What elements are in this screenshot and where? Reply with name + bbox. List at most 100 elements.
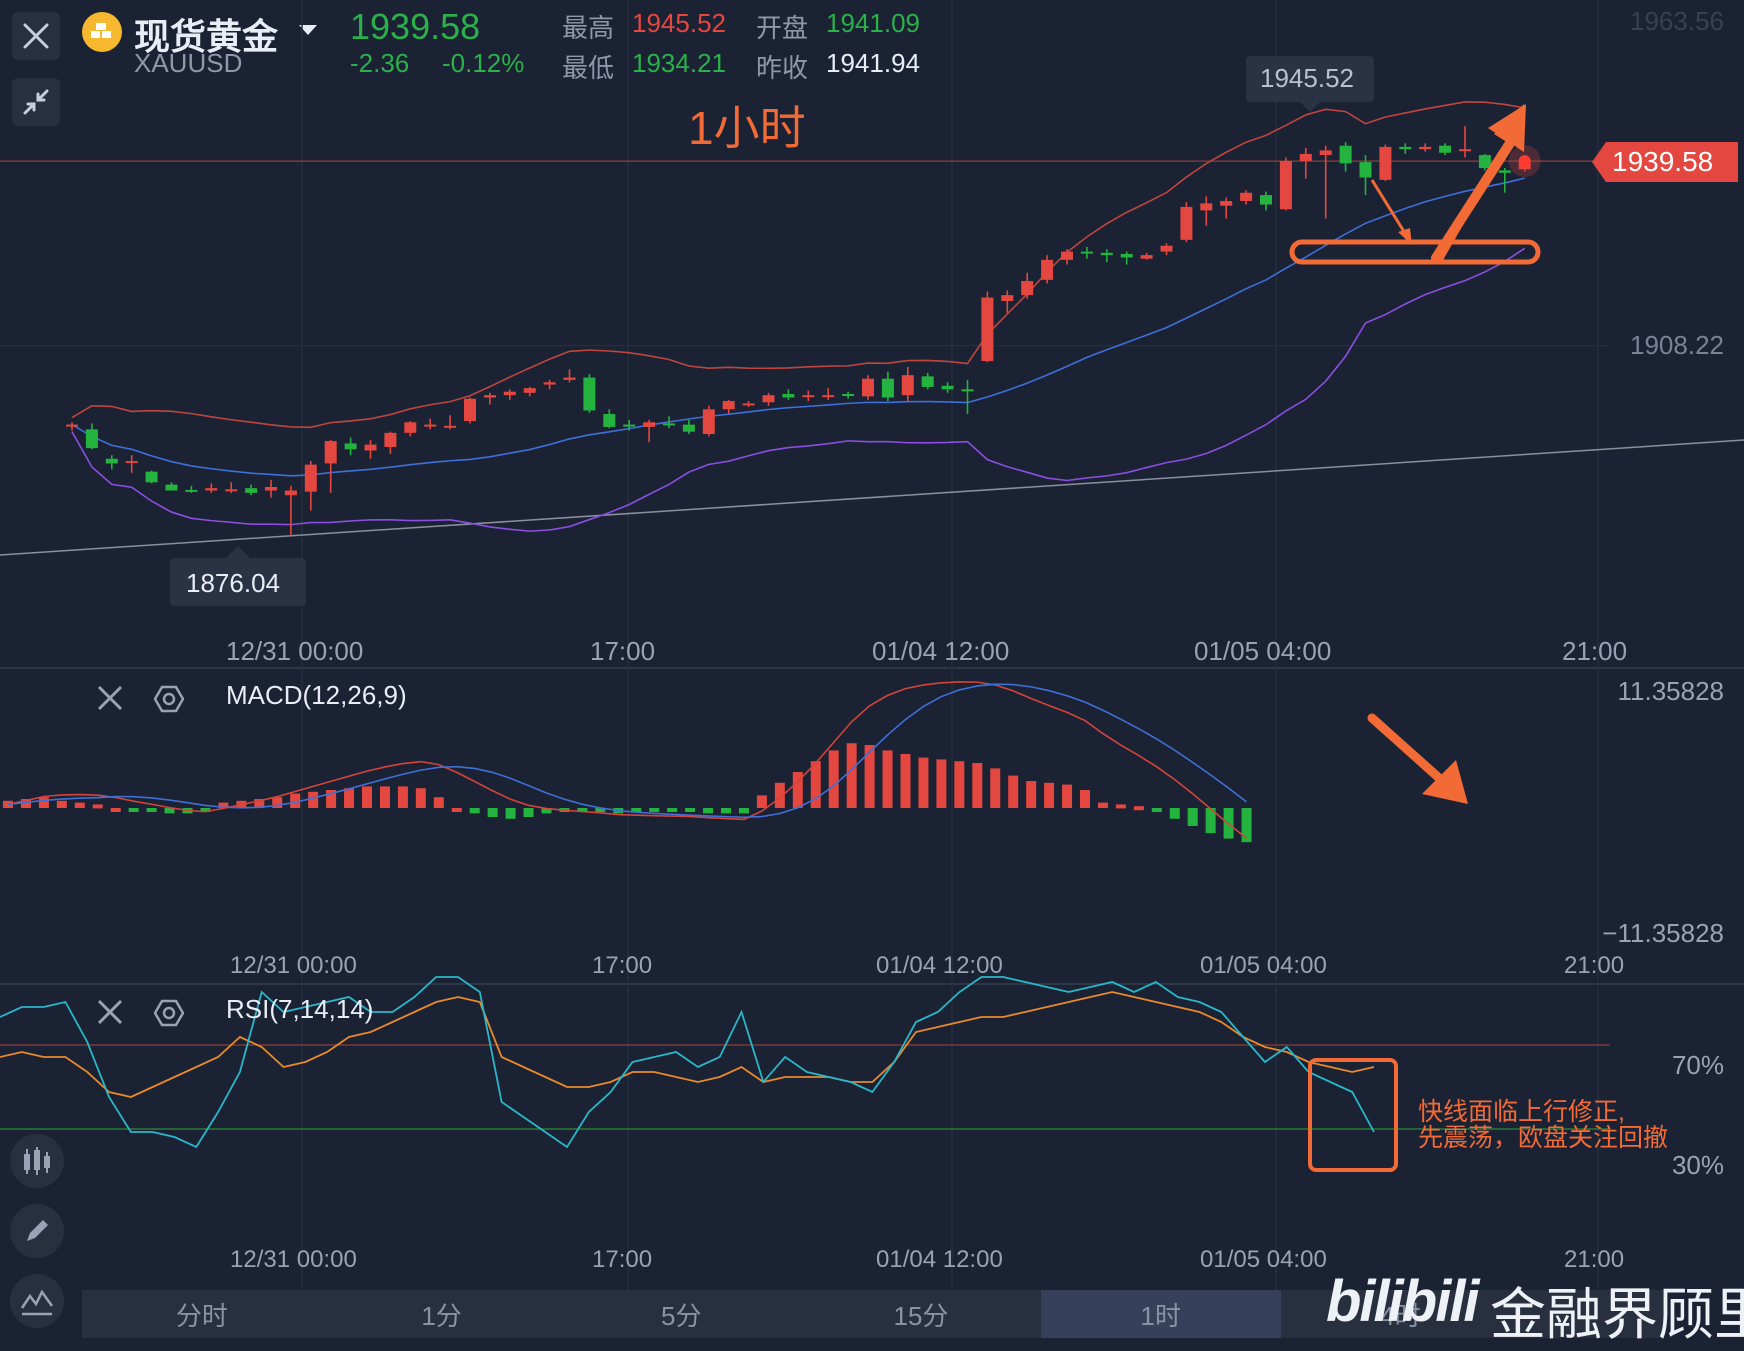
macd-histogram-bar <box>56 800 67 808</box>
macd-histogram-bar <box>505 808 516 819</box>
macd-histogram-bar <box>1241 808 1252 843</box>
macd-histogram-bar <box>756 795 767 808</box>
candle-body <box>1399 146 1412 150</box>
macd-histogram-bar <box>1115 804 1126 809</box>
macd-histogram-bar <box>469 808 480 814</box>
candle-body <box>702 409 715 435</box>
macd-histogram-bar <box>954 761 965 808</box>
candle-body <box>105 458 118 464</box>
macd-histogram-bar <box>1026 781 1037 808</box>
tab-15min[interactable]: 15分 <box>801 1290 1041 1338</box>
candle-body <box>1041 259 1054 280</box>
macd-histogram-bar <box>487 808 498 817</box>
candle-body <box>85 429 98 449</box>
candle-body <box>1160 245 1173 252</box>
candle-body <box>145 471 158 483</box>
candle-body <box>583 377 596 411</box>
candle-body <box>901 375 914 396</box>
candle-body <box>1140 255 1153 259</box>
candle-body <box>1279 160 1292 210</box>
bilibili-logo: bilibili <box>1326 1269 1480 1334</box>
macd-time-label: 01/05 04:00 <box>1200 952 1327 979</box>
macd-histogram-bar <box>1151 808 1162 812</box>
candle-body <box>364 444 377 451</box>
candle-body <box>324 441 337 464</box>
candle-body <box>782 394 795 398</box>
macd-histogram-bar <box>451 808 462 812</box>
line-tool-button[interactable] <box>10 1274 64 1328</box>
candle-body <box>1240 192 1253 202</box>
indicator-tool-button[interactable] <box>10 1134 64 1188</box>
boll-lower-line <box>71 247 1526 532</box>
price-axis-top: 1963.56 <box>1630 6 1724 36</box>
macd-histogram-bar <box>1062 784 1073 808</box>
rsi-time-label: 01/05 04:00 <box>1200 1246 1327 1273</box>
candle-body <box>284 490 297 496</box>
macd-histogram-bar <box>433 797 444 808</box>
candle-body <box>66 424 78 427</box>
candle-body <box>862 378 874 397</box>
draw-tool-button[interactable] <box>10 1204 64 1258</box>
candle-body <box>563 377 576 380</box>
candle-body <box>503 391 516 396</box>
boll-mid-line <box>71 177 1525 477</box>
main-time-label: 01/05 04:00 <box>1194 636 1332 666</box>
macd-histogram-bar <box>92 804 103 809</box>
macd-time-label: 21:00 <box>1564 952 1625 979</box>
candle-body <box>1080 251 1093 254</box>
close-rsi-icon[interactable] <box>96 998 124 1026</box>
macd-histogram-bar <box>1008 775 1019 808</box>
candle-body <box>165 484 178 491</box>
tab-intraday[interactable]: 分时 <box>82 1290 322 1338</box>
candle-body <box>483 395 496 398</box>
close-macd-icon[interactable] <box>96 684 124 712</box>
candle-body <box>1359 162 1372 178</box>
macd-histogram-bar <box>1044 782 1055 808</box>
candle-body <box>742 403 755 406</box>
candle-body <box>225 489 238 492</box>
macd-time-label: 12/31 00:00 <box>230 952 357 979</box>
candle-body <box>1120 253 1133 258</box>
candle-body <box>444 425 457 428</box>
tab-1min[interactable]: 1分 <box>322 1290 562 1338</box>
candle-body <box>344 443 357 450</box>
candle-body <box>842 394 855 397</box>
macd-histogram-bar <box>110 808 121 812</box>
candle-body <box>1419 146 1432 150</box>
candle-body <box>802 395 815 398</box>
settings-hexagon-icon[interactable] <box>154 998 184 1028</box>
candle-body <box>1339 145 1352 164</box>
current-price-tag-text: 1939.58 <box>1612 146 1714 177</box>
macd-title: MACD(12,26,9) <box>226 680 407 710</box>
macd-histogram-bar <box>703 808 714 814</box>
candle-body <box>265 486 277 491</box>
macd-histogram-bar <box>1097 802 1108 808</box>
macd-histogram-bar <box>900 754 911 808</box>
rsi-highlight-box <box>1308 1058 1398 1172</box>
macd-histogram-bar <box>146 808 157 812</box>
macd-histogram-bar <box>918 757 929 808</box>
line-chart-icon <box>20 1289 54 1316</box>
candle-body <box>941 385 954 390</box>
candle-body <box>981 297 994 362</box>
price-axis-mid: 1908.22 <box>1630 330 1724 360</box>
candle-body <box>603 414 616 427</box>
macd-histogram-bar <box>1169 808 1180 819</box>
candle-body <box>1459 149 1471 152</box>
candle-body <box>384 432 397 447</box>
trend-line <box>0 439 1744 556</box>
candle-body <box>1220 201 1233 206</box>
tab-1hour[interactable]: 1时 <box>1040 1290 1281 1338</box>
pencil-icon <box>27 1220 48 1241</box>
macd-histogram-bar <box>667 808 678 812</box>
settings-hexagon-icon[interactable] <box>154 684 184 714</box>
rsi-annotation-line2: 先震荡，欧盘关注回撤 <box>1418 1124 1669 1152</box>
candle-body <box>1260 195 1272 205</box>
tab-5min[interactable]: 5分 <box>561 1290 801 1338</box>
candle-body <box>1100 252 1113 256</box>
candle-body <box>762 395 775 403</box>
min-price-callout-text: 1876.04 <box>186 568 280 598</box>
watermark-text: 金融界顾里 <box>1490 1283 1744 1346</box>
macd-histogram-bar <box>415 788 426 808</box>
main-time-label: 21:00 <box>1562 636 1628 666</box>
